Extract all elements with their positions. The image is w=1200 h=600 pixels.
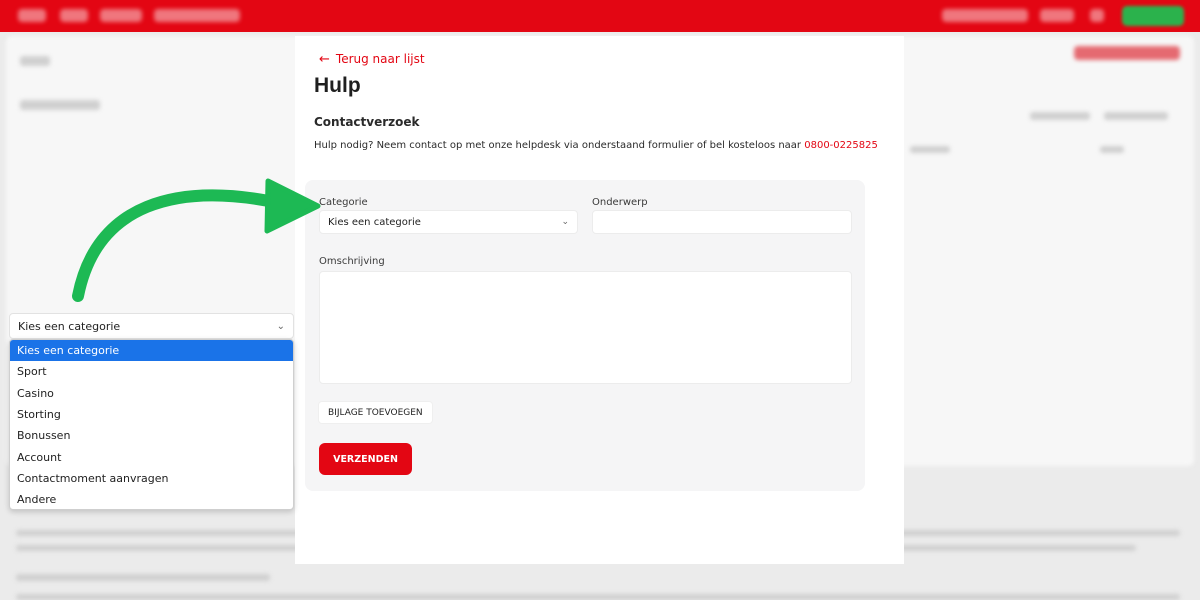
description-textarea[interactable] xyxy=(319,271,852,384)
back-to-list-link[interactable]: ← Terug naar lijst xyxy=(319,52,425,66)
arrow-left-icon: ← xyxy=(319,51,330,67)
add-attachment-button[interactable]: BIJLAGE TOEVOEGEN xyxy=(319,402,432,423)
background-text xyxy=(16,594,1180,600)
background-text xyxy=(20,100,100,110)
submit-button[interactable]: VERZENDEN xyxy=(319,443,412,475)
page-title: Hulp xyxy=(314,74,361,97)
category-label: Categorie xyxy=(319,197,368,208)
background-text xyxy=(1030,112,1090,120)
category-options-list: Kies een categorie Sport Casino Storting… xyxy=(9,339,294,510)
subject-input[interactable] xyxy=(592,210,852,234)
description-label: Omschrijving xyxy=(319,256,385,267)
background-text xyxy=(20,56,50,66)
option-kies-een-categorie[interactable]: Kies een categorie xyxy=(10,340,293,362)
option-account[interactable]: Account xyxy=(10,446,293,467)
background-text xyxy=(910,146,950,153)
option-bonussen[interactable]: Bonussen xyxy=(10,425,293,446)
background-topbar xyxy=(0,0,1200,32)
option-sport[interactable]: Sport xyxy=(10,361,293,382)
contact-form: Categorie Kies een categorie ⌄ Onderwerp… xyxy=(305,180,865,491)
chevron-down-icon: ⌄ xyxy=(561,217,569,227)
help-text: Hulp nodig? Neem contact op met onze hel… xyxy=(314,140,878,151)
back-link-label: Terug naar lijst xyxy=(335,52,425,66)
category-dropdown-select[interactable]: Kies een categorie ⌄ xyxy=(9,313,294,339)
chevron-down-icon: ⌄ xyxy=(276,320,285,332)
category-select[interactable]: Kies een categorie ⌄ xyxy=(319,210,578,234)
option-contactmoment-aanvragen[interactable]: Contactmoment aanvragen xyxy=(10,468,293,489)
background-text xyxy=(1104,112,1168,120)
option-storting[interactable]: Storting xyxy=(10,404,293,425)
category-dropdown-value: Kies een categorie xyxy=(18,319,121,333)
background-button xyxy=(1074,46,1180,60)
background-text xyxy=(16,574,270,581)
background-text xyxy=(1100,146,1124,153)
option-andere[interactable]: Andere xyxy=(10,489,293,509)
help-modal: ← Terug naar lijst Hulp Contactverzoek H… xyxy=(295,36,904,564)
section-title: Contactverzoek xyxy=(314,115,420,129)
category-select-value: Kies een categorie xyxy=(328,216,421,228)
phone-link[interactable]: 0800-0225825 xyxy=(804,140,878,151)
subject-label: Onderwerp xyxy=(592,197,648,208)
option-casino[interactable]: Casino xyxy=(10,383,293,404)
help-text-body: Hulp nodig? Neem contact op met onze hel… xyxy=(314,140,805,151)
